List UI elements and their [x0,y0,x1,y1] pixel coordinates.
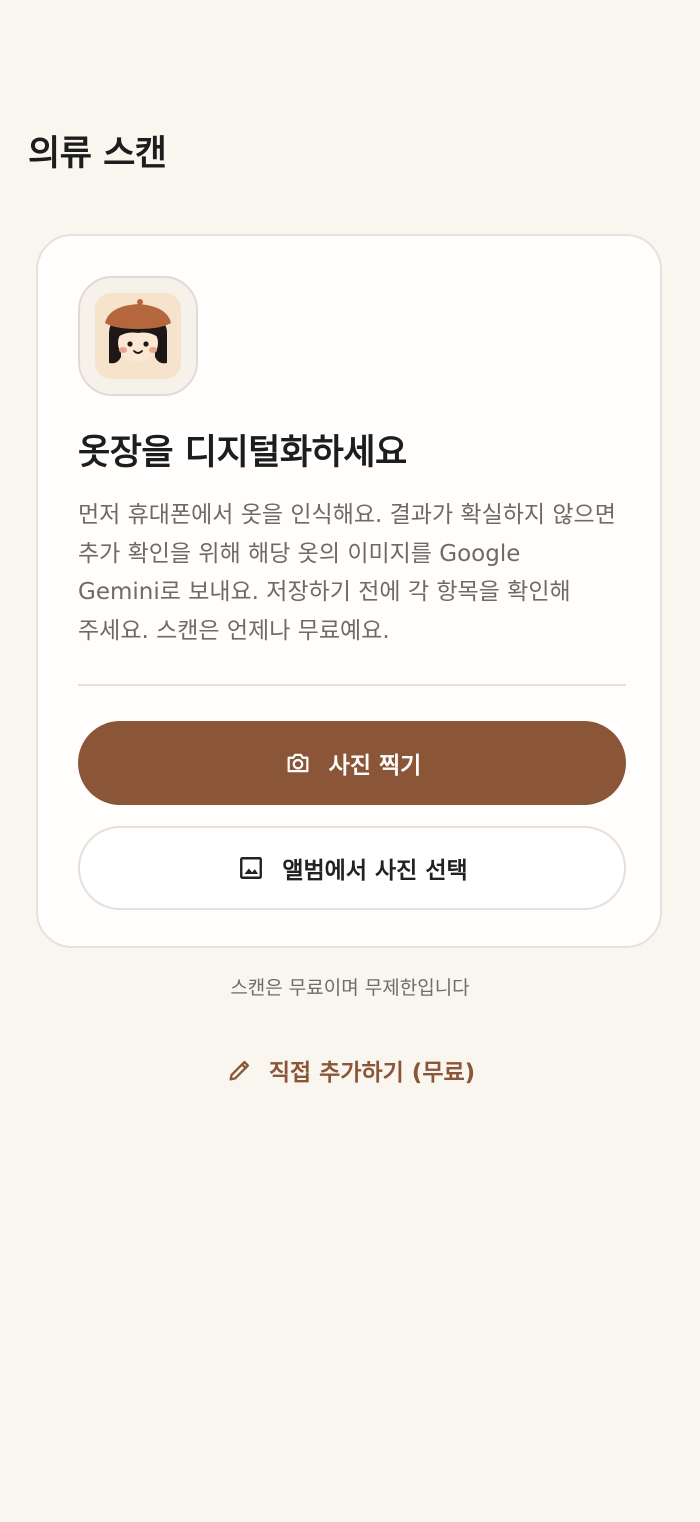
mascot-avatar [78,276,198,396]
manual-add-label: 직접 추가하기 (무료) [268,1060,476,1086]
divider [78,684,626,686]
scan-intro-card: 옷장을 디지털화하세요 먼저 휴대폰에서 옷을 인식해요. 결과가 확실하지 않… [36,234,662,948]
card-description: 먼저 휴대폰에서 옷을 인식해요. 결과가 확실하지 않으면 추가 확인을 위해… [78,502,616,644]
pencil-icon [225,1055,255,1085]
choose-from-album-label: 앨범에서 사진 선택 [282,858,468,884]
image-icon [236,853,266,883]
take-photo-label: 사진 찍기 [328,753,422,779]
page-title: 의류 스캔 [28,134,167,174]
free-scan-note: 스캔은 무료이며 무제한입니다 [230,977,470,999]
card-heading: 옷장을 디지털화하세요 [78,433,407,473]
mascot-beret-girl-icon [95,293,181,379]
manual-add-button[interactable]: 직접 추가하기 (무료) [0,1048,700,1092]
camera-icon [283,748,313,778]
take-photo-button[interactable]: 사진 찍기 [78,721,626,805]
choose-from-album-button[interactable]: 앨범에서 사진 선택 [78,826,626,910]
